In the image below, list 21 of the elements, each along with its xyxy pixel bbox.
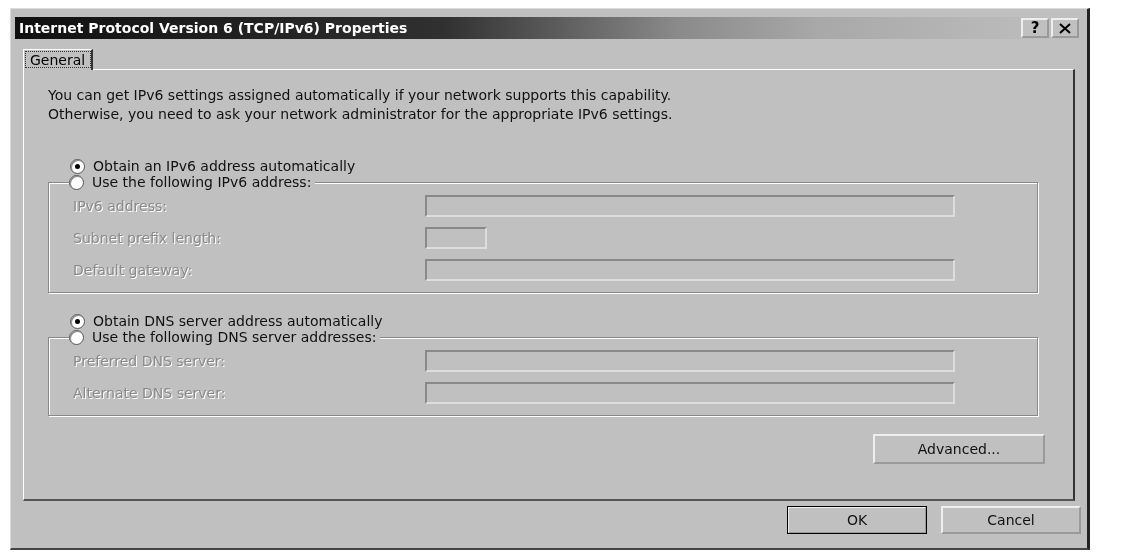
dialog-button[interactable]: Cancel: [941, 506, 1081, 534]
advanced-button[interactable]: Advanced...: [873, 434, 1045, 464]
radio-button[interactable]: [69, 174, 84, 190]
field-label: Alternate DNS server:: [73, 385, 227, 401]
close-icon: [1059, 22, 1071, 34]
radio-label: Use the following IPv6 address:: [92, 174, 312, 190]
close-button[interactable]: [1051, 18, 1079, 38]
radio-button[interactable]: [70, 158, 85, 174]
dialog-button[interactable]: OK: [787, 506, 927, 534]
radio-button[interactable]: [70, 313, 85, 329]
tab[interactable]: General: [23, 49, 94, 70]
radio-label: Obtain DNS server address automatically: [93, 313, 383, 329]
field-label: Default gateway:: [73, 262, 194, 278]
radio-label: Use the following DNS server addresses:: [92, 329, 377, 345]
field-label: IPv6 address:: [73, 198, 168, 214]
field-label: Preferred DNS server:: [73, 353, 227, 369]
description-text: You can get IPv6 settings assigned automatically if your network supports this capability. Otherwise, you need to ask your network administrator for the appropriate IPv6 settings.: [48, 86, 674, 124]
radio-label: Obtain an IPv6 address automatically: [93, 158, 356, 174]
window-title: Internet Protocol Version 6 (TCP/IPv6) Properties: [19, 20, 408, 36]
field-label: Subnet prefix length:: [73, 230, 222, 246]
help-button[interactable]: ?: [1021, 18, 1049, 38]
